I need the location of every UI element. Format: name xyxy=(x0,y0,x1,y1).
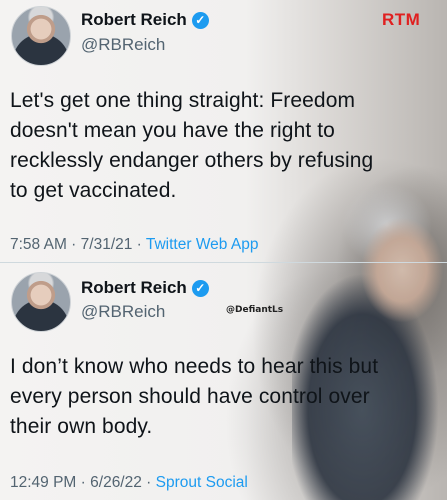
avatar[interactable] xyxy=(11,6,71,66)
avatar[interactable] xyxy=(11,272,71,332)
tweet-text: Let's get one thing straight: Freedom do… xyxy=(10,86,373,206)
tweet-date[interactable]: 6/26/22 xyxy=(90,474,142,491)
verified-badge-icon: ✓ xyxy=(191,279,209,297)
tweet-text-line: their own body. xyxy=(10,415,153,438)
verified-badge-icon: ✓ xyxy=(191,11,209,29)
tweet-meta: 12:49 PM · 6/26/22 · Sprout Social xyxy=(10,474,248,491)
tweet-text-line: Let's get one thing straight: Freedom xyxy=(10,89,356,112)
tweet-text-line: to get vaccinated. xyxy=(10,179,177,202)
tweet-text-line: doesn't mean you have the right to xyxy=(10,119,335,142)
tweet-text-line: every person should have control over xyxy=(10,385,370,408)
tweet-meta: 7:58 AM · 7/31/21 · Twitter Web App xyxy=(10,236,259,253)
author-name[interactable]: Robert Reich xyxy=(81,10,187,30)
tweet-text-line: recklessly endanger others by refusing xyxy=(10,149,374,172)
author-handle[interactable]: @RBReich xyxy=(81,302,165,322)
author-handle[interactable]: @RBReich xyxy=(81,35,165,55)
tweet-time[interactable]: 12:49 PM xyxy=(10,474,76,491)
divider xyxy=(0,262,447,263)
author-name[interactable]: Robert Reich xyxy=(81,278,187,298)
tweet-author[interactable]: Robert Reich ✓ xyxy=(81,10,209,30)
tweet-source[interactable]: Sprout Social xyxy=(156,474,248,491)
tweet-time[interactable]: 7:58 AM xyxy=(10,236,67,253)
background-person-photo xyxy=(292,180,447,500)
tweet-text-line: I don’t know who needs to hear this but xyxy=(10,355,379,378)
tweet-date[interactable]: 7/31/21 xyxy=(81,236,133,253)
tweet-source[interactable]: Twitter Web App xyxy=(146,236,259,253)
tweet-author[interactable]: Robert Reich ✓ xyxy=(81,278,209,298)
credit-watermark: @DefiantLs xyxy=(226,305,284,315)
brand-watermark: RTM xyxy=(382,10,421,29)
tweet-text: I don’t know who needs to hear this but … xyxy=(10,352,378,442)
